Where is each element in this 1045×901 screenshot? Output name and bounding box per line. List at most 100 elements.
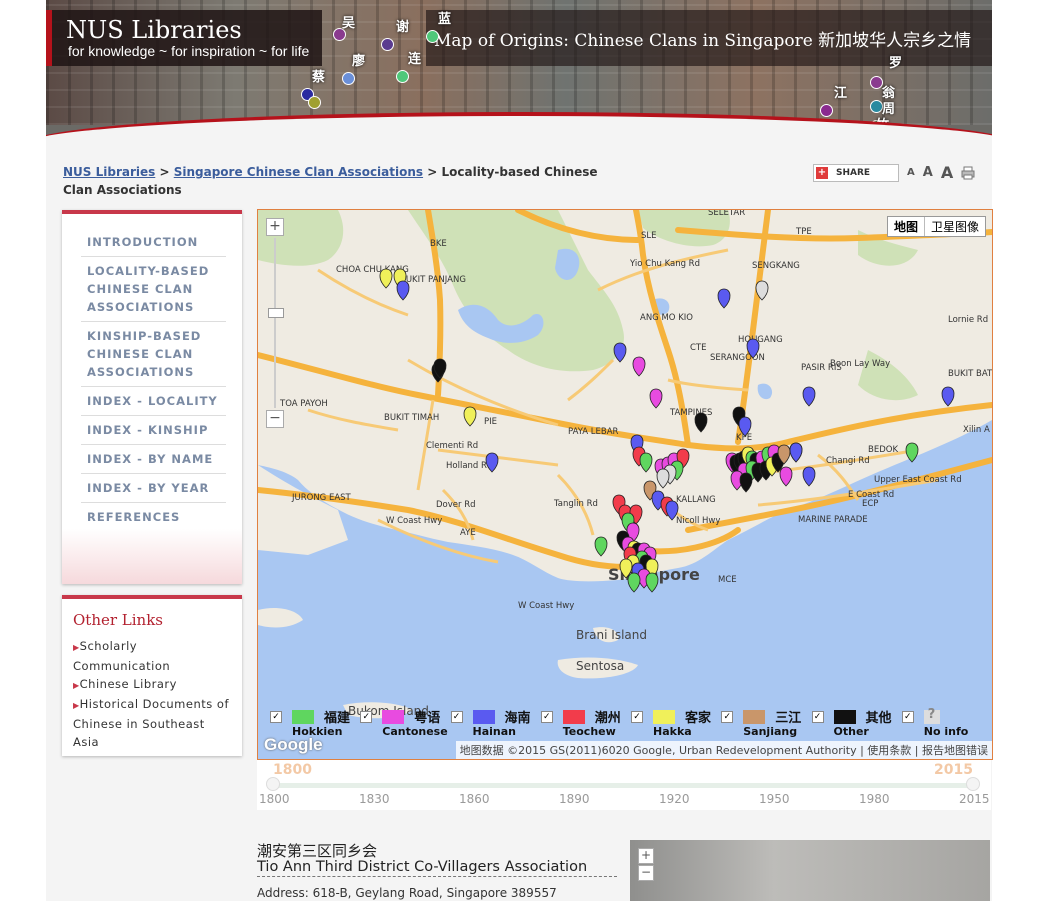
other-link-chinese-library[interactable]: ▶Chinese Library: [73, 675, 230, 695]
legend-label-chinese: ?: [927, 707, 936, 722]
timeline-end-handle[interactable]: [966, 777, 980, 791]
other-link-label: Chinese Library: [79, 677, 177, 691]
breadcrumb-link-clan-associations[interactable]: Singapore Chinese Clan Associations: [174, 165, 423, 179]
site-header-banner: NUS Libraries for knowledge ~ for inspir…: [46, 0, 992, 145]
legend-checkbox[interactable]: ✓: [901, 711, 914, 723]
legend-item-other[interactable]: ✓ 其他 Other: [808, 707, 898, 741]
legend-checkbox[interactable]: ✓: [631, 711, 643, 723]
clan-location-pin[interactable]: [627, 572, 641, 593]
association-name-english[interactable]: Tio Ann Third District Co-Villagers Asso…: [257, 859, 617, 877]
legend-color-swatch: [472, 710, 495, 724]
map-place-label: Dover Rd: [436, 500, 476, 510]
legend-item-cantonese[interactable]: ✓ 粤语 Cantonese: [356, 707, 448, 741]
legend-label-english: No info: [923, 725, 969, 738]
header-surname-label: 吴: [342, 16, 356, 31]
side-menu-item-kinship-based[interactable]: KINSHIP-BASED CHINESE CLAN ASSOCIATIONS: [81, 322, 226, 387]
side-menu-item-index-kinship[interactable]: INDEX - KINSHIP: [81, 416, 226, 445]
map-place-label: CTE: [690, 343, 707, 353]
font-size-medium-button[interactable]: A: [923, 165, 933, 180]
legend-item-teochew[interactable]: ✓ 潮州 Teochew: [537, 707, 627, 741]
legend-checkbox[interactable]: ✓: [811, 711, 824, 723]
map-zoom-in-button[interactable]: +: [266, 218, 284, 236]
timeline-slider-track[interactable]: [271, 783, 977, 788]
map-place-label: JURONG EAST: [291, 493, 352, 503]
side-menu-item-locality-based[interactable]: LOCALITY-BASED CHINESE CLAN ASSOCIATIONS: [81, 257, 226, 322]
timeline-start-handle[interactable]: [266, 777, 280, 791]
association-location-map[interactable]: + −: [630, 840, 990, 901]
clan-map[interactable]: SLE SELETAR TPE SENGKANG CHOA CHU KANG BUKIT …: [257, 209, 993, 760]
map-place-label: TOA PAYOH: [279, 399, 328, 409]
map-place-label: BEDOK: [868, 445, 898, 455]
map-place-label: Boon Lay Way: [830, 359, 890, 369]
legend-item-hakka[interactable]: ✓ 客家 Hakka: [627, 707, 717, 741]
map-place-label: Sentosa: [576, 659, 624, 673]
minimap-zoom-out-button[interactable]: −: [638, 865, 654, 881]
map-place-label: BKE: [430, 239, 447, 249]
side-menu-item-introduction[interactable]: INTRODUCTION: [81, 228, 226, 257]
share-button[interactable]: + SHARE: [813, 163, 899, 182]
legend-checkbox[interactable]: ✓: [360, 711, 373, 723]
font-size-small-button[interactable]: A: [907, 167, 915, 178]
map-zoom-slider-handle[interactable]: [268, 308, 284, 318]
breadcrumb-link-nus-libraries[interactable]: NUS Libraries: [63, 165, 155, 179]
map-place-label: PIE: [484, 417, 497, 427]
legend-label-chinese: 粤语: [414, 711, 441, 726]
other-link-scholarly-communication[interactable]: ▶Scholarly Communication: [73, 637, 230, 675]
side-menu: INTRODUCTION LOCALITY-BASED CHINESE CLAN…: [62, 210, 242, 584]
legend-checkbox[interactable]: ✓: [540, 711, 553, 723]
minimap-zoom-in-button[interactable]: +: [638, 848, 654, 864]
map-place-label: SENGKANG: [752, 261, 800, 271]
side-menu-fade: [62, 529, 242, 584]
map-place-label: PAYA LEBAR: [568, 427, 619, 437]
breadcrumb-separator: >: [159, 165, 170, 179]
header-clan-marker: [426, 30, 439, 43]
other-link-historical-documents[interactable]: ▶Historical Documents of Chinese in Sout…: [73, 695, 230, 751]
map-place-label: Brani Island: [576, 628, 647, 642]
map-place-label: BUKIT PANJANG: [400, 275, 466, 285]
arrow-right-icon: ▶: [73, 681, 80, 690]
page-tools: + SHARE A A A: [813, 163, 975, 182]
map-report-link[interactable]: 报告地图错误: [922, 744, 988, 757]
year-timeline: 1800 2015 1800 1830 1860 1890 1920 1950 1980 20…: [257, 760, 991, 810]
map-place-label: Tanglin Rd: [553, 499, 598, 509]
map-attribution: 地图数据 ©2015 GS(2011)6020 Google, Urban Re…: [455, 741, 992, 759]
side-menu-item-index-locality[interactable]: INDEX - LOCALITY: [81, 387, 226, 416]
legend-item-hainan[interactable]: ✓ 海南 Hainan: [447, 707, 537, 741]
map-place-label: Upper East Coast Rd: [874, 475, 962, 485]
map-canvas[interactable]: SLESELETARTPESENGKANGCHOA CHU KANGBUKIT …: [258, 210, 992, 759]
map-zoom-slider[interactable]: [268, 238, 284, 408]
map-place-label: SERANGOON: [710, 353, 765, 363]
clan-location-pin[interactable]: [645, 572, 659, 593]
map-place-label: Holland Rd: [446, 461, 492, 471]
side-menu-item-index-by-year[interactable]: INDEX - BY YEAR: [81, 474, 226, 503]
printer-icon[interactable]: [961, 166, 975, 180]
map-place-label: SLE: [641, 231, 657, 241]
header-surname-label: 罗: [889, 56, 903, 71]
map-zoom-out-button[interactable]: −: [266, 410, 284, 428]
legend-checkbox[interactable]: ✓: [450, 711, 463, 723]
map-place-label: Changi Rd: [826, 456, 870, 466]
header-surname-label: 蔡: [312, 70, 326, 85]
legend-checkbox[interactable]: ✓: [721, 711, 734, 723]
map-type-satellite-button[interactable]: 卫星图像: [925, 217, 985, 236]
map-zoom-control: + −: [266, 218, 284, 428]
side-menu-item-references[interactable]: REFERENCES: [81, 503, 226, 531]
timeline-tick-label: 1920: [659, 792, 690, 806]
legend-color-swatch: [382, 710, 405, 724]
breadcrumb: NUS Libraries > Singapore Chinese Clan A…: [63, 163, 623, 199]
side-menu-item-index-by-name[interactable]: INDEX - BY NAME: [81, 445, 226, 474]
legend-checkbox[interactable]: ✓: [270, 711, 282, 723]
legend-item-sanjiang[interactable]: ✓ 三江 Sanjiang: [717, 707, 807, 741]
legend-color-swatch: [833, 710, 856, 724]
logo-title[interactable]: NUS Libraries: [66, 16, 242, 44]
map-place-label: HOUGANG: [738, 335, 783, 345]
map-place-label: ECP: [862, 499, 878, 509]
timeline-tick-label: 1890: [559, 792, 590, 806]
font-size-large-button[interactable]: A: [941, 163, 953, 182]
map-type-map-button[interactable]: 地图: [888, 217, 925, 236]
legend-item-no-info[interactable]: ✓? No info: [898, 707, 988, 741]
legend-color-swatch: [562, 710, 585, 724]
arrow-right-icon: ▶: [73, 643, 80, 652]
map-terms-link[interactable]: 使用条款: [867, 744, 911, 757]
header-clan-marker: [342, 72, 355, 85]
